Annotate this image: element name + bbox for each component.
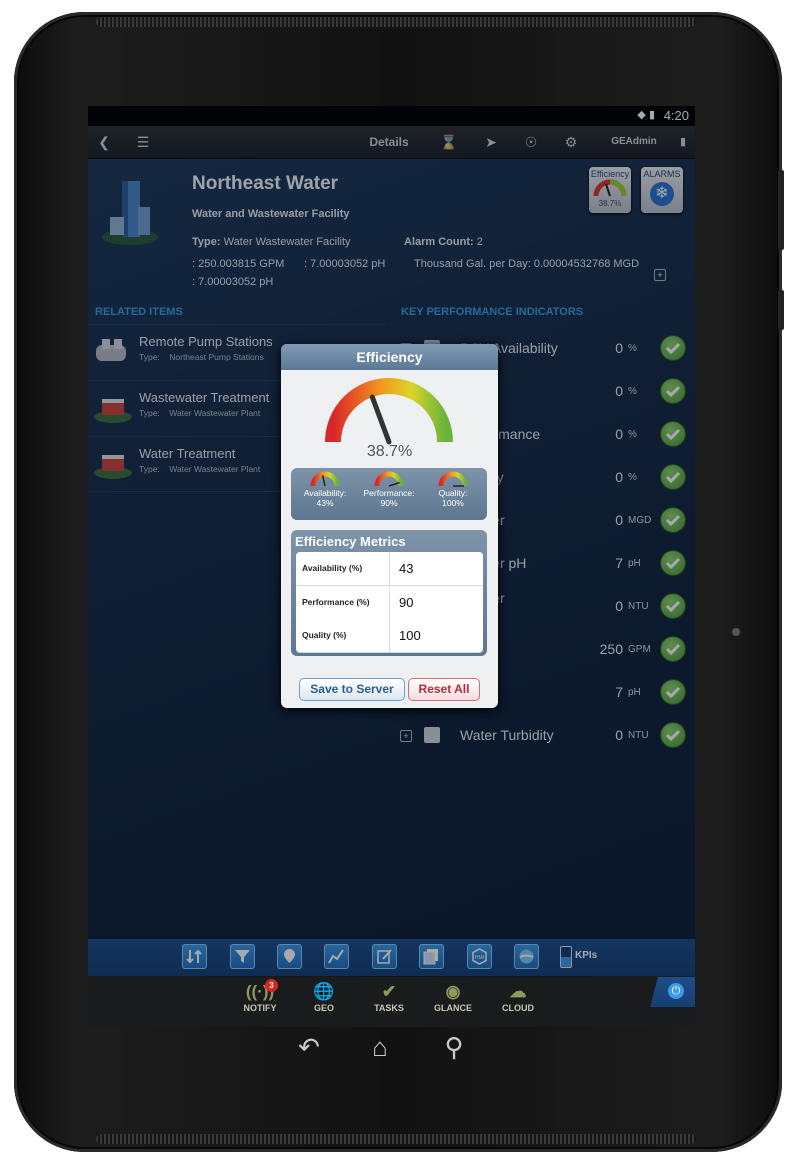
nav-cloud[interactable]: ☁ CLOUD bbox=[488, 981, 548, 1013]
globe-icon: 🌐 bbox=[313, 982, 335, 1001]
mini-gauge-label: Performance: bbox=[363, 488, 415, 498]
efficiency-dialog: Efficiency 38.7% Availability: 43% Perfo… bbox=[281, 344, 498, 708]
efficiency-gauge bbox=[325, 378, 453, 445]
bottom-speaker-grille bbox=[96, 1134, 696, 1144]
performance-input[interactable]: 90 bbox=[389, 586, 483, 619]
efficiency-dialog-title: Efficiency bbox=[281, 344, 498, 370]
volume-button[interactable] bbox=[778, 290, 784, 330]
gauge-needle bbox=[369, 394, 392, 445]
nav-tasks[interactable]: ✔ TASKS bbox=[359, 981, 419, 1013]
power-corner-button[interactable]: ⏻ bbox=[650, 977, 695, 1007]
eye-icon: ◉ bbox=[445, 982, 461, 1001]
mini-gauge-quality: Quality: 100% bbox=[423, 470, 483, 508]
reset-all-button[interactable]: Reset All bbox=[408, 678, 480, 701]
nav-tasks-label: TASKS bbox=[374, 1003, 404, 1013]
nav-glance-label: GLANCE bbox=[434, 1003, 472, 1013]
efficiency-gauge-value: 38.7% bbox=[366, 443, 413, 460]
mini-gauge-value: 90% bbox=[380, 498, 398, 508]
quality-input[interactable]: 100 bbox=[389, 619, 483, 652]
save-to-server-button[interactable]: Save to Server bbox=[299, 678, 405, 701]
mini-gauge-label: Quality: bbox=[438, 488, 468, 498]
metric-row-performance: Performance (%) 90 bbox=[296, 586, 483, 620]
metric-row-availability: Availability (%) 43 bbox=[296, 552, 483, 586]
metric-label: Performance (%) bbox=[302, 597, 370, 607]
checkmark-icon: ✔ bbox=[381, 982, 397, 1001]
power-button[interactable] bbox=[778, 170, 784, 250]
nav-cloud-label: CLOUD bbox=[502, 1003, 534, 1013]
broadcast-icon: ((·)) bbox=[245, 982, 275, 1001]
mini-gauge-icon bbox=[310, 471, 340, 487]
nav-notify-label: NOTIFY bbox=[243, 1003, 277, 1013]
cloud-icon: ☁ bbox=[509, 982, 527, 1001]
bottom-nav: ((·)) 3 NOTIFY 🌐 GEO ✔ TASKS ◉ GLANCE ☁ … bbox=[88, 977, 695, 1027]
nav-geo-label: GEO bbox=[313, 1003, 334, 1013]
availability-input[interactable]: 43 bbox=[389, 552, 483, 585]
metric-row-quality: Quality (%) 100 bbox=[296, 619, 483, 653]
efficiency-metrics-panel: Efficiency Metrics Availability (%) 43 P… bbox=[291, 530, 487, 656]
back-arrow-icon[interactable]: ↶ bbox=[289, 1032, 329, 1063]
nav-notify[interactable]: ((·)) 3 NOTIFY bbox=[230, 979, 290, 1013]
mini-gauge-availability: Availability: 43% bbox=[295, 470, 355, 508]
mini-gauge-value: 43% bbox=[316, 498, 334, 508]
nav-geo[interactable]: 🌐 GEO bbox=[294, 981, 354, 1013]
mini-gauge-performance: Performance: 90% bbox=[359, 470, 419, 508]
component-gauges: Availability: 43% Performance: 90% Quali… bbox=[291, 468, 487, 520]
camera bbox=[732, 628, 740, 636]
mini-gauge-icon bbox=[438, 471, 468, 487]
mini-gauge-value: 100% bbox=[442, 498, 464, 508]
metrics-title: Efficiency Metrics bbox=[295, 534, 406, 549]
metric-label: Quality (%) bbox=[302, 630, 347, 640]
home-icon[interactable]: ⌂ bbox=[360, 1032, 400, 1063]
mini-gauge-label: Availability: bbox=[303, 488, 347, 498]
nav-glance[interactable]: ◉ GLANCE bbox=[423, 981, 483, 1013]
top-speaker-grille bbox=[96, 17, 696, 27]
mini-gauge-icon bbox=[374, 471, 404, 487]
metric-label: Availability (%) bbox=[302, 563, 363, 573]
search-icon[interactable]: ⚲ bbox=[434, 1032, 474, 1063]
notify-badge: 3 bbox=[265, 979, 278, 992]
power-icon: ⏻ bbox=[668, 983, 684, 999]
